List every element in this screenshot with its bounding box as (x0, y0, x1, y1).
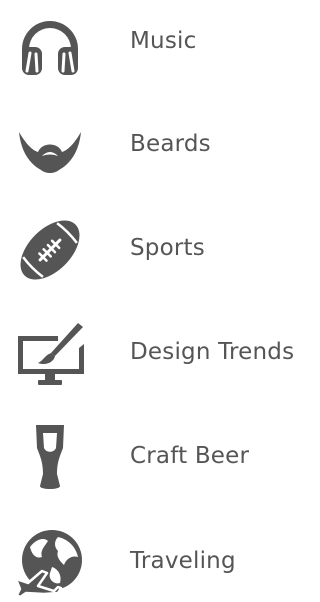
interest-item-beards: Beards (0, 105, 310, 185)
interest-list: Music Beards Sports Design Trends Craft … (0, 0, 310, 599)
interest-label: Sports (130, 235, 205, 261)
interest-label: Music (130, 28, 197, 54)
interest-item-craft-beer: Craft Beer (0, 417, 310, 497)
beard-icon (14, 110, 86, 182)
interest-label: Craft Beer (130, 443, 250, 469)
interest-item-sports: Sports (0, 209, 310, 289)
globe-plane-icon (14, 527, 86, 599)
interest-label: Traveling (130, 548, 236, 574)
interest-item-design-trends: Design Trends (0, 313, 310, 393)
interest-item-music: Music (0, 2, 310, 82)
headphones-icon (14, 7, 86, 79)
interest-label: Design Trends (130, 339, 295, 365)
beer-glass-icon (14, 422, 86, 494)
interest-item-traveling: Traveling (0, 522, 310, 602)
interest-label: Beards (130, 131, 211, 157)
monitor-pen-icon (14, 318, 86, 390)
football-icon (14, 214, 86, 286)
